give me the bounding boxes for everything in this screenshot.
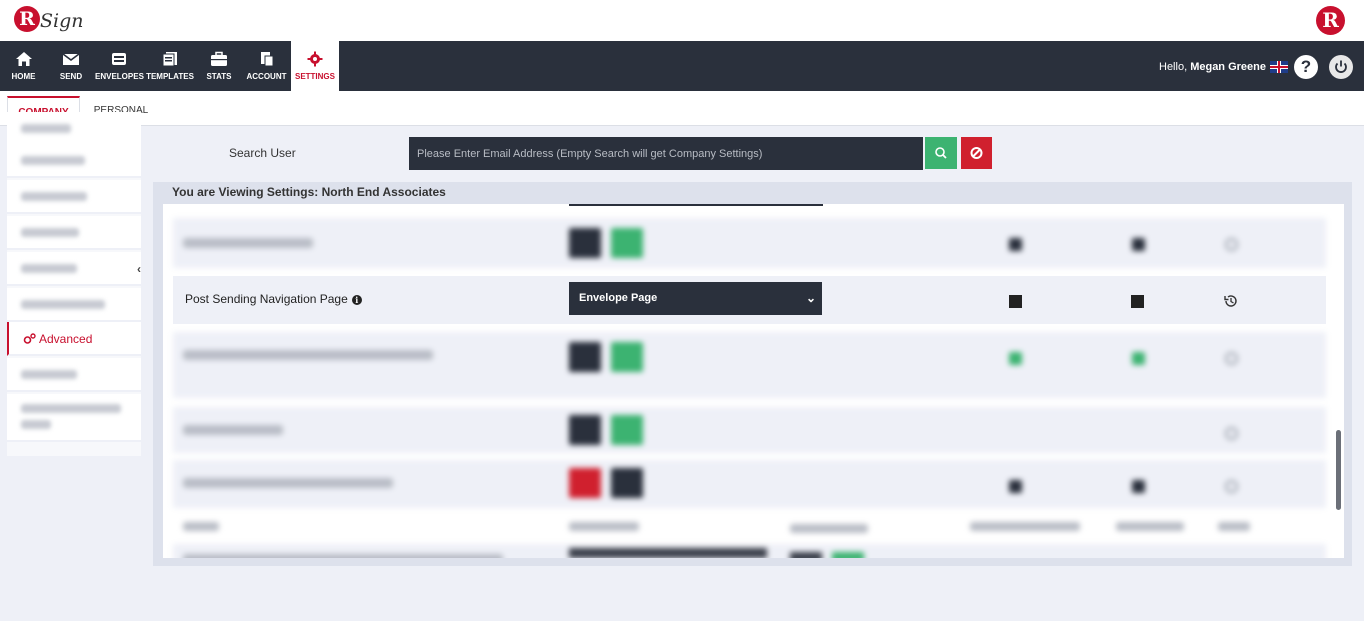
lock-checkbox[interactable] [1131, 295, 1144, 308]
post-sending-select[interactable]: Envelope Page ⌄ [569, 282, 822, 315]
row-divider [569, 204, 823, 206]
override-checkbox[interactable] [1009, 295, 1022, 308]
panel-title: You are Viewing Settings: North End Asso… [172, 185, 446, 199]
ban-icon [970, 147, 983, 159]
search-icon [935, 147, 947, 159]
nav-stats[interactable]: STATS [197, 41, 241, 91]
chevron-down-icon: ⌄ [805, 291, 816, 305]
briefcase-icon [211, 51, 227, 66]
nav-envelopes[interactable]: ENVELOPES [95, 41, 144, 91]
settings-table: Post Sending Navigation Page i Envelope P… [163, 204, 1344, 558]
post-sending-label: Post Sending Navigation Page i [185, 292, 362, 306]
settings-row [173, 460, 1326, 508]
power-icon [1335, 60, 1347, 73]
gear-icon [307, 51, 323, 67]
nav-home[interactable]: HOME [0, 41, 47, 91]
sidebar-item[interactable] [7, 216, 141, 250]
nav-stats-label: STATS [206, 72, 232, 81]
nav-templates[interactable]: TEMPLATES [145, 41, 195, 91]
search-button[interactable] [925, 137, 957, 169]
main-navbar: HOME SEND ENVELOPES TEMPLATES STATS ACCO… [0, 41, 1364, 91]
search-user-label: Search User [229, 146, 296, 160]
nav-envelopes-label: ENVELOPES [95, 72, 144, 81]
envelopes-icon [112, 53, 126, 65]
nav-home-label: HOME [11, 72, 36, 81]
settings-row [173, 407, 1326, 453]
logout-button[interactable] [1329, 55, 1353, 79]
search-email-input[interactable] [409, 137, 923, 170]
settings-panel: You are Viewing Settings: North End Asso… [153, 182, 1352, 566]
sidebar-item-advanced[interactable]: Advanced [7, 322, 141, 356]
greeting-text: Hello, [1159, 61, 1188, 73]
home-icon [15, 52, 32, 66]
uk-flag-icon[interactable] [1270, 61, 1288, 73]
settings-row [173, 544, 1326, 558]
logo-word: Sign [40, 10, 84, 32]
post-sending-label-text: Post Sending Navigation Page [185, 292, 348, 306]
settings-row [173, 218, 1326, 268]
settings-sidebar: Advanced [7, 112, 141, 456]
sidebar-item[interactable] [7, 358, 141, 392]
settings-row [173, 332, 1326, 398]
gears-icon [23, 333, 36, 344]
post-sending-selected-value: Envelope Page [579, 292, 658, 304]
greeting: Hello, Megan Greene [1159, 61, 1266, 73]
sidebar-item-label: Advanced [39, 332, 93, 346]
help-button[interactable]: ? [1294, 55, 1318, 79]
nav-account[interactable]: ACCOUNT [243, 41, 290, 91]
clear-search-button[interactable] [961, 137, 992, 169]
scrollbar-thumb[interactable] [1336, 430, 1341, 510]
nav-templates-label: TEMPLATES [146, 72, 194, 81]
sidebar-item[interactable] [7, 288, 141, 322]
sidebar-item[interactable] [7, 144, 141, 178]
top-header: R Sign R [0, 0, 1364, 41]
nav-account-label: ACCOUNT [246, 72, 287, 81]
sidebar-item[interactable] [7, 252, 141, 286]
history-icon[interactable] [1223, 293, 1239, 309]
templates-icon [162, 52, 177, 67]
right-logo: R [1316, 6, 1345, 35]
settings-row-post-sending: Post Sending Navigation Page i Envelope P… [173, 276, 1326, 324]
sidebar-item[interactable] [7, 394, 141, 442]
envelope-icon [62, 53, 80, 65]
info-icon[interactable]: i [351, 295, 362, 305]
sidebar-item[interactable] [7, 180, 141, 214]
nav-settings[interactable]: SETTINGS [291, 41, 339, 91]
nav-settings-label: SETTINGS [294, 72, 335, 81]
account-icon [260, 52, 273, 67]
collapse-sidebar-icon[interactable]: ‹ [137, 262, 149, 276]
rsign-logo[interactable]: R Sign [14, 4, 84, 38]
nav-send[interactable]: SEND [47, 41, 95, 91]
nav-send-label: SEND [59, 72, 83, 81]
user-name: Megan Greene [1190, 61, 1266, 73]
logo-initial: R [14, 6, 40, 32]
sidebar-item[interactable] [7, 112, 141, 146]
settings-subtabs: COMPANY PERSONAL [0, 91, 1364, 126]
